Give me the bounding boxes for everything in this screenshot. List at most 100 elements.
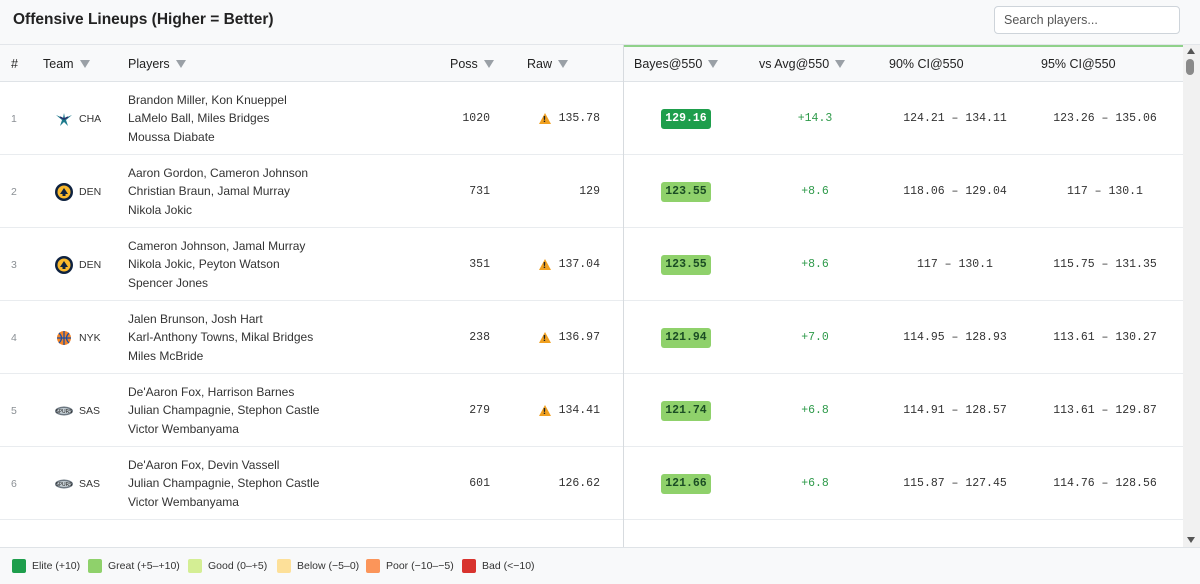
sort-arrow-icon[interactable] [835, 59, 846, 68]
poss-value: 1020 [462, 112, 490, 125]
scroll-up-arrow-icon[interactable] [1187, 48, 1195, 54]
sort-arrow-icon[interactable] [558, 59, 569, 68]
player-pair: Moussa Diabate [128, 129, 215, 144]
table-row[interactable]: 3 DEN Cameron Johnson, Jamal Murray Nikola … [0, 228, 1183, 301]
raw-value: 134.41 [558, 404, 600, 417]
sort-arrow-icon[interactable] [175, 59, 186, 68]
raw-value: 136.97 [558, 331, 600, 344]
rank-value: 5 [11, 404, 17, 417]
player-pair: Julian Champagnie, Stephon Castle [128, 476, 320, 491]
ci90-value: 114.91 – 128.57 [903, 404, 1007, 417]
player-pair: Victor Wembanyama [128, 421, 239, 436]
ci95-cell: 123.26 – 135.06 [1030, 82, 1180, 155]
legend-label: Bad (<−10) [482, 560, 535, 572]
warning-icon [538, 332, 551, 343]
raw-cell: 135.78 [520, 82, 600, 155]
sort-arrow-icon[interactable] [79, 59, 90, 68]
column-header-ci95: 95% CI@550 [1041, 57, 1116, 71]
ci90-cell [880, 520, 1030, 547]
legend-swatch [277, 559, 291, 573]
rank-value: 3 [11, 258, 17, 271]
column-header-raw[interactable]: Raw [527, 45, 569, 82]
vs-avg-cell [780, 520, 850, 547]
search-input[interactable] [994, 6, 1180, 34]
ci90-value: 114.95 – 128.93 [903, 331, 1007, 344]
ci95-value: 117 – 130.1 [1067, 185, 1143, 198]
legend-item-elite: Elite (+10) [12, 558, 80, 574]
legend-label: Good (0–+5) [208, 560, 268, 572]
table-row[interactable]: Davion Mitchell, Jaime Jaquez Jr. [0, 520, 1183, 547]
scroll-down-arrow-icon[interactable] [1187, 537, 1195, 543]
table-row[interactable]: 2 DEN Aaron Gordon, Cameron Johnson Christi… [0, 155, 1183, 228]
column-header-vs-avg[interactable]: vs Avg@550 [759, 45, 846, 82]
table-row[interactable]: 6 SPURS SAS De'Aaron Fox, Devin Vassell Juli… [0, 447, 1183, 520]
ci95-value: 114.76 – 128.56 [1053, 477, 1157, 490]
rank-cell: 4 [11, 301, 17, 374]
legend-label: Great (+5–+10) [108, 560, 180, 572]
legend-swatch [88, 559, 102, 573]
column-header-bayes[interactable]: Bayes@550 [634, 45, 719, 82]
sort-arrow-icon[interactable] [483, 59, 494, 68]
players-cell: Davion Mitchell, Jaime Jaquez Jr. [128, 520, 306, 547]
poss-cell: 1020 [440, 82, 490, 155]
player-pair: Nikola Jokic [128, 202, 193, 217]
bayes-badge: 121.66 [661, 473, 711, 494]
player-pair: Brandon Miller, Kon Knueppel [128, 93, 287, 108]
scrollbar-thumb[interactable] [1186, 59, 1194, 75]
ci95-cell: 114.76 – 128.56 [1030, 447, 1180, 520]
vs-avg-cell: +8.6 [780, 155, 850, 228]
players-cell: Cameron Johnson, Jamal Murray Nikola Joki… [128, 228, 305, 301]
player-pair: De'Aaron Fox, Devin Vassell [128, 458, 280, 473]
vs-avg-value: +8.6 [801, 258, 829, 271]
raw-value: 135.78 [558, 112, 600, 125]
sort-arrow-icon[interactable] [708, 59, 719, 68]
color-legend: Elite (+10) Great (+5–+10) Good (0–+5) Belo… [0, 547, 1200, 584]
ci95-cell [1030, 520, 1180, 547]
warning-icon [538, 259, 551, 270]
vs-avg-value: +8.6 [801, 185, 829, 198]
legend-label: Elite (+10) [32, 560, 81, 572]
ci95-cell: 113.61 – 130.27 [1030, 301, 1180, 374]
table-row[interactable]: 1 CHA Brandon Miller, Kon Knueppel LaMelo B… [0, 82, 1183, 155]
raw-value: 126.62 [558, 477, 600, 490]
column-header-poss[interactable]: Poss [450, 45, 494, 82]
raw-cell: 136.97 [520, 301, 600, 374]
bayes-cell: 123.55 [661, 228, 711, 301]
ci90-cell: 114.91 – 128.57 [880, 374, 1030, 447]
players-cell: Aaron Gordon, Cameron Johnson Christian B… [128, 155, 308, 228]
column-header-team[interactable]: Team [43, 45, 90, 82]
player-pair: De'Aaron Fox, Harrison Barnes [128, 385, 295, 400]
player-pair: Miles McBride [128, 348, 204, 363]
vertical-scrollbar[interactable] [1183, 45, 1200, 547]
ci95-cell: 113.61 – 129.87 [1030, 374, 1180, 447]
hornets-logo-icon [54, 109, 74, 129]
player-pair: LaMelo Ball, Miles Bridges [128, 111, 270, 126]
team-cell: CHA [54, 82, 101, 155]
vs-avg-value: +6.8 [801, 477, 829, 490]
poss-cell: 238 [440, 301, 490, 374]
team-abbr: NYK [79, 331, 101, 344]
legend-item-great: Great (+5–+10) [88, 558, 180, 574]
table-header: # Team Players Poss Raw Bayes@550 vs Avg… [0, 45, 1183, 82]
ci95-value: 113.61 – 130.27 [1053, 331, 1157, 344]
table-row[interactable]: 5 SPURS SAS De'Aaron Fox, Harrison Barnes Ju… [0, 374, 1183, 447]
spurs-logo-icon: SPURS [54, 474, 74, 494]
rank-value: 1 [11, 112, 17, 125]
ci90-value: 117 – 130.1 [917, 258, 993, 271]
knicks-logo-icon [54, 328, 74, 348]
raw-value: 137.04 [558, 258, 600, 271]
ci90-value: 124.21 – 134.11 [903, 112, 1007, 125]
poss-cell: 351 [440, 228, 490, 301]
column-header-players[interactable]: Players [128, 45, 186, 82]
ci90-cell: 117 – 130.1 [880, 228, 1030, 301]
svg-text:SPURS: SPURS [56, 409, 73, 415]
ci90-cell: 118.06 – 129.04 [880, 155, 1030, 228]
player-pair: Cameron Johnson, Jamal Murray [128, 239, 306, 254]
raw-cell: 126.62 [520, 447, 600, 520]
players-cell: Brandon Miller, Kon Knueppel LaMelo Ball,… [128, 82, 287, 155]
table-row[interactable]: 4 NYK Jalen Brunson, Josh Hart Karl-Anthony… [0, 301, 1183, 374]
vs-avg-cell: +7.0 [780, 301, 850, 374]
rank-value: 2 [11, 185, 17, 198]
legend-swatch [366, 559, 380, 573]
poss-cell: 601 [440, 447, 490, 520]
